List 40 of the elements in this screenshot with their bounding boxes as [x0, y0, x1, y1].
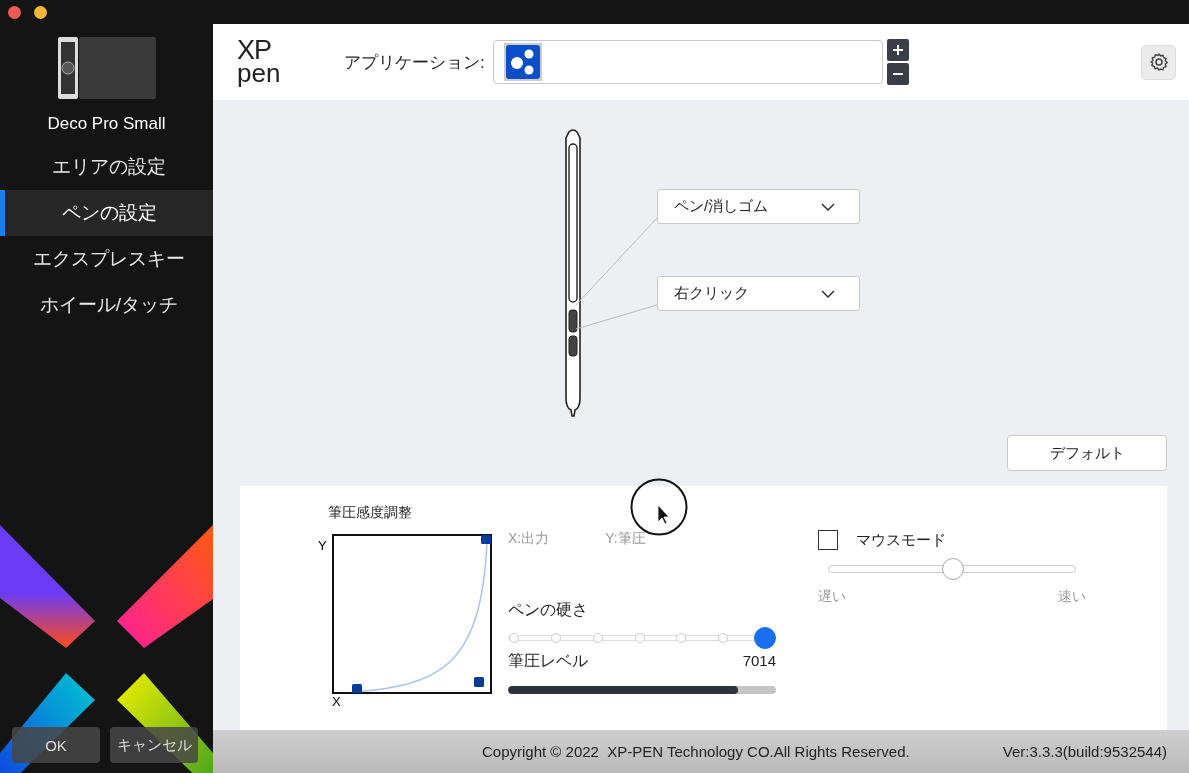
fast-label: 速い	[1058, 588, 1086, 606]
sidebar-item[interactable]: エクスプレスキー	[0, 236, 213, 282]
mouse-mode-checkbox[interactable]	[818, 530, 838, 550]
remove-button[interactable]	[886, 63, 909, 85]
sidebar-item[interactable]: ホイール/タッチ	[0, 282, 213, 328]
device-name: Deco Pro Small	[47, 114, 166, 134]
add-button[interactable]	[886, 39, 909, 61]
sidebar-item[interactable]: ペンの設定	[0, 190, 213, 236]
pressure-curve-drawing[interactable]	[332, 534, 492, 694]
pressure-level-label: 筆圧レベル	[508, 651, 588, 671]
tablet-icon	[57, 37, 156, 99]
default-button[interactable]: デフォルト	[1007, 435, 1167, 471]
sidebar-item[interactable]: エリアの設定	[0, 144, 213, 190]
app-icon	[503, 43, 542, 81]
copyright-text: Copyright © 2022 XP-PEN Technology CO.All Rights Reserved.	[482, 743, 910, 760]
application-label: アプリケーション:	[344, 51, 485, 74]
dialog-button[interactable]: OK	[12, 727, 100, 763]
xp-pen-logo: XP pen	[237, 39, 282, 85]
plus-icon	[891, 44, 904, 56]
version-text: Ver:3.3.3(build:9532544)	[1002, 743, 1167, 760]
x-axis-label: X	[332, 694, 341, 709]
pressure-title: 筆圧感度調整	[328, 504, 413, 522]
application-field[interactable]	[492, 40, 883, 84]
chevron-down-icon	[821, 289, 835, 298]
pressure-level-reading: 7014	[742, 652, 776, 669]
x-legend: X:出力	[508, 530, 550, 548]
mouse-mode-label: マウスモード	[856, 530, 946, 550]
y-legend: Y:筆圧	[605, 530, 646, 548]
pen-hardness-slider[interactable]	[508, 627, 776, 649]
dialog-button[interactable]: キャンセル	[110, 727, 198, 763]
y-axis-label: Y	[318, 538, 327, 553]
settings-icon	[1148, 52, 1169, 72]
pen-button-dropdown[interactable]: ペン/消しゴム	[657, 189, 860, 224]
close-window-button[interactable]	[8, 5, 21, 19]
chevron-down-icon	[821, 202, 835, 211]
slow-label: 遅い	[818, 588, 846, 606]
settings-button[interactable]	[1141, 44, 1176, 80]
pen-hardness-label: ペンの硬さ	[508, 600, 589, 620]
pen-button-dropdown[interactable]: 右クリック	[657, 276, 860, 311]
minimize-window-button[interactable]	[34, 5, 47, 19]
